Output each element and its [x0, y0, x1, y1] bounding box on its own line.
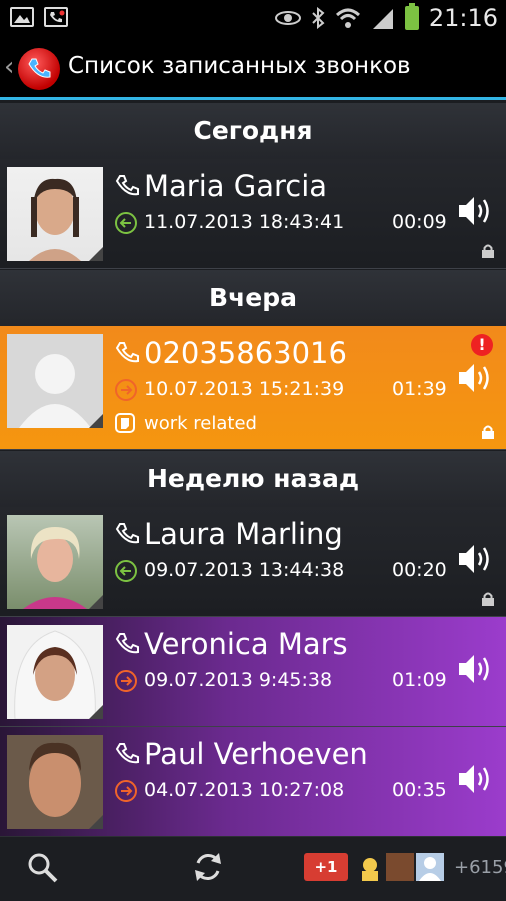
google-plus-one-button[interactable]: +1: [304, 853, 348, 881]
contact-name: Laura Marling: [144, 517, 343, 551]
call-duration: 01:39: [392, 378, 447, 400]
plus-one-count: +6159: [454, 857, 506, 878]
status-bar: 21:16: [0, 0, 506, 38]
page-title: Список записанных звонков: [68, 53, 411, 79]
call-datetime: 11.07.2013 18:43:41: [144, 211, 345, 233]
outgoing-call-icon: [115, 670, 137, 692]
follower-avatar: [386, 853, 414, 881]
play-speaker-icon[interactable]: [456, 193, 496, 229]
follower-avatar: [356, 853, 384, 881]
contact-photo-placeholder: [7, 334, 103, 428]
lock-icon: [482, 244, 494, 258]
call-datetime: 09.07.2013 13:44:38: [144, 559, 345, 581]
contact-photo: [7, 167, 103, 261]
gallery-notification-icon: [10, 7, 34, 27]
refresh-icon[interactable]: [190, 849, 226, 885]
section-header-week-ago: Неделю назад: [0, 451, 506, 508]
call-row[interactable]: Veronica Mars 09.07.2013 9:45:38 01:09: [0, 617, 506, 727]
phone-icon: [115, 743, 139, 764]
wifi-icon: [335, 8, 360, 28]
phone-icon: [115, 633, 139, 654]
play-speaker-icon[interactable]: [456, 541, 496, 577]
phone-icon: [115, 175, 139, 196]
phone-icon: [115, 342, 139, 363]
call-duration: 01:09: [392, 669, 447, 691]
call-duration: 00:35: [392, 779, 447, 801]
lock-icon: [482, 425, 494, 439]
contact-name: Paul Verhoeven: [144, 737, 368, 771]
section-header-today: Сегодня: [0, 103, 506, 160]
call-datetime: 10.07.2013 15:21:39: [144, 378, 345, 400]
call-recorder-notification-icon: [44, 7, 68, 27]
lock-icon: [482, 592, 494, 606]
call-duration: 00:09: [392, 211, 447, 233]
back-chevron-icon[interactable]: ‹: [4, 52, 14, 82]
action-bar: ‹ Список записанных звонков: [0, 38, 506, 100]
call-row[interactable]: 02035863016 ! 10.07.2013 15:21:39 01:39 …: [0, 326, 506, 450]
incoming-call-icon: [115, 212, 137, 234]
play-speaker-icon[interactable]: [456, 761, 496, 797]
call-row[interactable]: Laura Marling 09.07.2013 13:44:38 00:20: [0, 507, 506, 617]
play-speaker-icon[interactable]: [456, 360, 496, 396]
call-note: work related: [144, 413, 257, 434]
note-icon: [115, 413, 135, 433]
call-row[interactable]: Paul Verhoeven 04.07.2013 10:27:08 00:35: [0, 727, 506, 837]
contact-photo: [7, 625, 103, 719]
contact-name: Veronica Mars: [144, 627, 348, 661]
clock: 21:16: [428, 4, 498, 32]
contact-name: Maria Garcia: [144, 169, 328, 203]
incoming-call-icon: [115, 560, 137, 582]
eye-icon: [274, 11, 301, 25]
section-header-yesterday: Вчера: [0, 270, 506, 327]
follower-avatar: [416, 853, 444, 881]
play-speaker-icon[interactable]: [456, 651, 496, 687]
call-datetime: 09.07.2013 9:45:38: [144, 669, 333, 691]
bottom-toolbar: +1 +6159: [0, 836, 506, 901]
alert-icon: !: [471, 334, 493, 356]
contact-photo: [7, 735, 103, 829]
outgoing-call-icon: [115, 379, 137, 401]
app-logo-icon[interactable]: [18, 48, 60, 90]
phone-icon: [115, 523, 139, 544]
outgoing-call-icon: [115, 780, 137, 802]
call-duration: 00:20: [392, 559, 447, 581]
battery-icon: [404, 3, 419, 30]
search-icon[interactable]: [26, 851, 60, 885]
signal-icon: [372, 9, 393, 29]
contact-name: 02035863016: [144, 336, 347, 370]
bluetooth-icon: [312, 7, 325, 29]
call-datetime: 04.07.2013 10:27:08: [144, 779, 345, 801]
call-row[interactable]: Maria Garcia 11.07.2013 18:43:41 00:09: [0, 159, 506, 269]
contact-photo: [7, 515, 103, 609]
